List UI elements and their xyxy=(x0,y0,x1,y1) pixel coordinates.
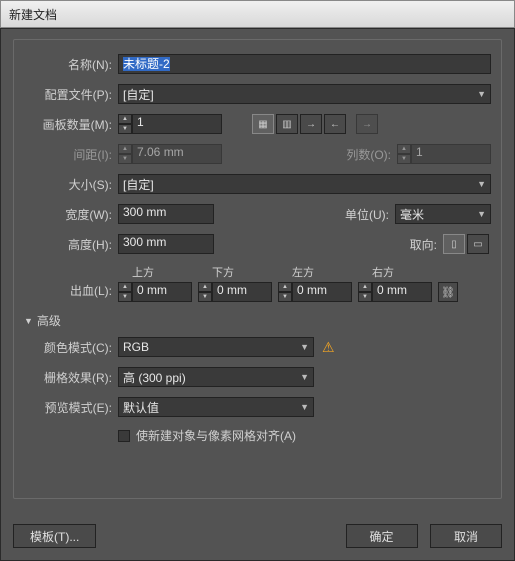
warning-icon: ⚠ xyxy=(322,339,335,356)
triangle-down-icon: ▼ xyxy=(24,316,33,326)
units-value: 毫米 xyxy=(400,206,424,223)
artboards-label: 画板数量(M): xyxy=(24,116,118,133)
orient-label: 取向: xyxy=(395,236,443,253)
arrange-row-icon[interactable]: → xyxy=(300,114,322,134)
chevron-down-icon: ▼ xyxy=(300,372,309,382)
artboards-spinner[interactable]: ▲ ▼ 1 xyxy=(118,114,222,134)
spin-down-icon[interactable]: ▼ xyxy=(118,292,132,302)
spacing-value: 7.06 mm xyxy=(132,144,222,164)
arrange-col-icon[interactable]: ← xyxy=(324,114,346,134)
columns-label: 列数(O): xyxy=(333,146,397,163)
size-value: [自定] xyxy=(123,176,154,193)
columns-value: 1 xyxy=(411,144,491,164)
orient-portrait-icon[interactable]: ▯ xyxy=(443,234,465,254)
raster-dropdown[interactable]: 高 (300 ppi) ▼ xyxy=(118,367,314,387)
colormode-value: RGB xyxy=(123,340,149,354)
raster-label: 栅格效果(R): xyxy=(24,369,118,386)
colormode-label: 颜色模式(C): xyxy=(24,339,118,356)
profile-label: 配置文件(P): xyxy=(24,86,118,103)
ok-button[interactable]: 确定 xyxy=(346,524,418,548)
raster-value: 高 (300 ppi) xyxy=(123,369,186,386)
height-label: 高度(H): xyxy=(24,236,118,253)
grid-by-row-icon[interactable]: ▦ xyxy=(252,114,274,134)
units-label: 单位(U): xyxy=(331,206,395,223)
bleed-right-header: 右方 xyxy=(358,264,432,280)
arrange-rtl-icon[interactable]: → xyxy=(356,114,378,134)
template-button[interactable]: 模板(T)... xyxy=(13,524,96,548)
spin-down-icon[interactable]: ▼ xyxy=(198,292,212,302)
align-checkbox[interactable] xyxy=(118,430,130,442)
spin-down-icon[interactable]: ▼ xyxy=(278,292,292,302)
size-label: 大小(S): xyxy=(24,176,118,193)
columns-spinner: ▲ ▼ 1 xyxy=(397,144,491,164)
footer: 模板(T)... 确定 取消 xyxy=(13,524,502,548)
preview-value: 默认值 xyxy=(123,399,159,416)
link-icon[interactable]: ⛓ xyxy=(438,282,458,302)
spin-down-icon: ▼ xyxy=(118,154,132,164)
spin-down-icon: ▼ xyxy=(397,154,411,164)
spin-up-icon[interactable]: ▲ xyxy=(198,282,212,292)
bleed-left-header: 左方 xyxy=(278,264,352,280)
chevron-down-icon: ▼ xyxy=(300,402,309,412)
inner-panel: 名称(N): 未标题-2 配置文件(P): [自定] ▼ 画板数量(M): ▲ … xyxy=(13,39,502,499)
bleed-bottom-header: 下方 xyxy=(198,264,272,280)
spin-up-icon[interactable]: ▲ xyxy=(118,282,132,292)
dialog-body: 名称(N): 未标题-2 配置文件(P): [自定] ▼ 画板数量(M): ▲ … xyxy=(0,28,515,561)
bleed-bottom-spinner[interactable]: ▲▼ 0 mm xyxy=(198,282,272,302)
spacing-label: 间距(I): xyxy=(24,146,118,163)
advanced-header[interactable]: ▼ 高级 xyxy=(24,312,491,329)
artboards-value[interactable]: 1 xyxy=(132,114,222,134)
chevron-down-icon: ▼ xyxy=(477,179,486,189)
bleed-top-spinner[interactable]: ▲▼ 0 mm xyxy=(118,282,192,302)
grid-by-col-icon[interactable]: ▥ xyxy=(276,114,298,134)
spin-up-icon[interactable]: ▲ xyxy=(278,282,292,292)
bleed-left-spinner[interactable]: ▲▼ 0 mm xyxy=(278,282,352,302)
chevron-down-icon: ▼ xyxy=(477,89,486,99)
chevron-down-icon: ▼ xyxy=(300,342,309,352)
profile-value: [自定] xyxy=(123,86,154,103)
spin-down-icon[interactable]: ▼ xyxy=(358,292,372,302)
bleed-right-value[interactable]: 0 mm xyxy=(372,282,432,302)
name-input[interactable]: 未标题-2 xyxy=(118,54,491,74)
cancel-button[interactable]: 取消 xyxy=(430,524,502,548)
height-input[interactable]: 300 mm xyxy=(118,234,214,254)
spacing-spinner: ▲ ▼ 7.06 mm xyxy=(118,144,222,164)
units-dropdown[interactable]: 毫米 ▼ xyxy=(395,204,491,224)
bleed-label: 出血(L): xyxy=(24,282,118,302)
width-input[interactable]: 300 mm xyxy=(118,204,214,224)
width-label: 宽度(W): xyxy=(24,206,118,223)
advanced-label: 高级 xyxy=(37,312,61,329)
bleed-left-value[interactable]: 0 mm xyxy=(292,282,352,302)
window-title: 新建文档 xyxy=(9,6,57,23)
preview-dropdown[interactable]: 默认值 ▼ xyxy=(118,397,314,417)
bleed-right-spinner[interactable]: ▲▼ 0 mm xyxy=(358,282,432,302)
chevron-down-icon: ▼ xyxy=(477,209,486,219)
align-label: 使新建对象与像素网格对齐(A) xyxy=(136,427,296,444)
orient-landscape-icon[interactable]: ▭ xyxy=(467,234,489,254)
bleed-bottom-value[interactable]: 0 mm xyxy=(212,282,272,302)
spin-up-icon: ▲ xyxy=(118,144,132,154)
bleed-top-value[interactable]: 0 mm xyxy=(132,282,192,302)
spin-up-icon[interactable]: ▲ xyxy=(358,282,372,292)
name-value: 未标题-2 xyxy=(123,57,170,71)
profile-dropdown[interactable]: [自定] ▼ xyxy=(118,84,491,104)
name-label: 名称(N): xyxy=(24,56,118,73)
spin-up-icon[interactable]: ▲ xyxy=(118,114,132,124)
preview-label: 预览模式(E): xyxy=(24,399,118,416)
spin-up-icon: ▲ xyxy=(397,144,411,154)
bleed-top-header: 上方 xyxy=(118,264,192,280)
spin-down-icon[interactable]: ▼ xyxy=(118,124,132,134)
size-dropdown[interactable]: [自定] ▼ xyxy=(118,174,491,194)
titlebar: 新建文档 xyxy=(0,0,515,28)
colormode-dropdown[interactable]: RGB ▼ xyxy=(118,337,314,357)
